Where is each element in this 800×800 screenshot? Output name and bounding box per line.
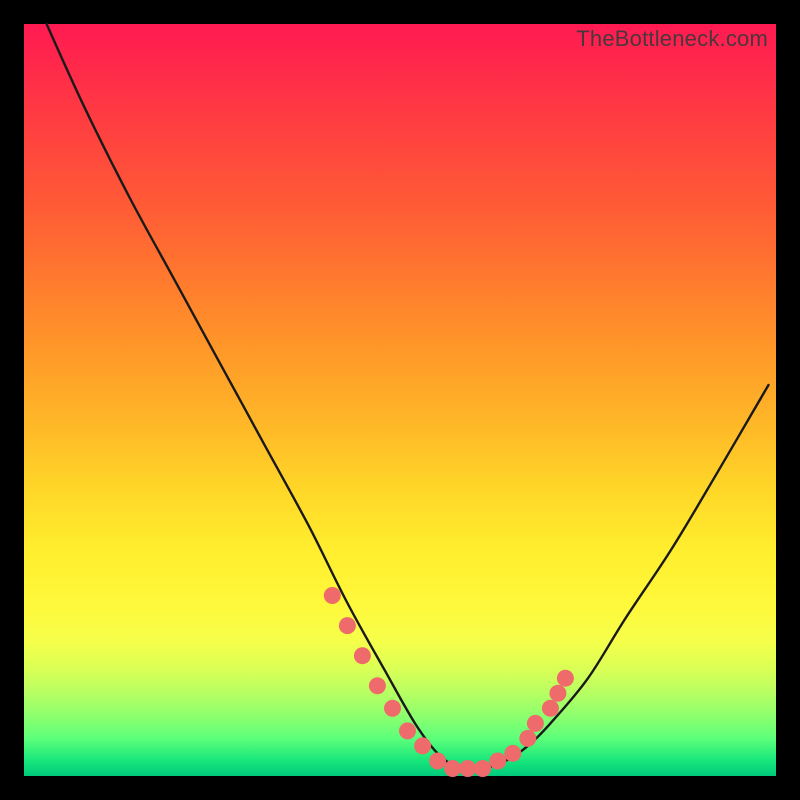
- data-marker: [324, 587, 341, 604]
- data-marker: [354, 647, 371, 664]
- data-marker: [384, 700, 401, 717]
- data-marker: [489, 753, 506, 770]
- data-marker: [444, 760, 461, 777]
- data-marker: [542, 700, 559, 717]
- data-marker: [549, 685, 566, 702]
- data-marker: [369, 677, 386, 694]
- chart-frame: TheBottleneck.com: [24, 24, 776, 776]
- data-marker: [557, 670, 574, 687]
- bottleneck-curve: [47, 24, 769, 770]
- data-marker: [504, 745, 521, 762]
- data-marker: [527, 715, 544, 732]
- data-marker: [414, 737, 431, 754]
- data-marker: [429, 753, 446, 770]
- chart-svg: [24, 24, 776, 776]
- data-marker: [459, 760, 476, 777]
- data-marker: [474, 760, 491, 777]
- markers-group: [324, 587, 574, 777]
- data-marker: [519, 730, 536, 747]
- watermark-text: TheBottleneck.com: [576, 26, 768, 52]
- data-marker: [399, 722, 416, 739]
- curve-group: [47, 24, 769, 770]
- data-marker: [339, 617, 356, 634]
